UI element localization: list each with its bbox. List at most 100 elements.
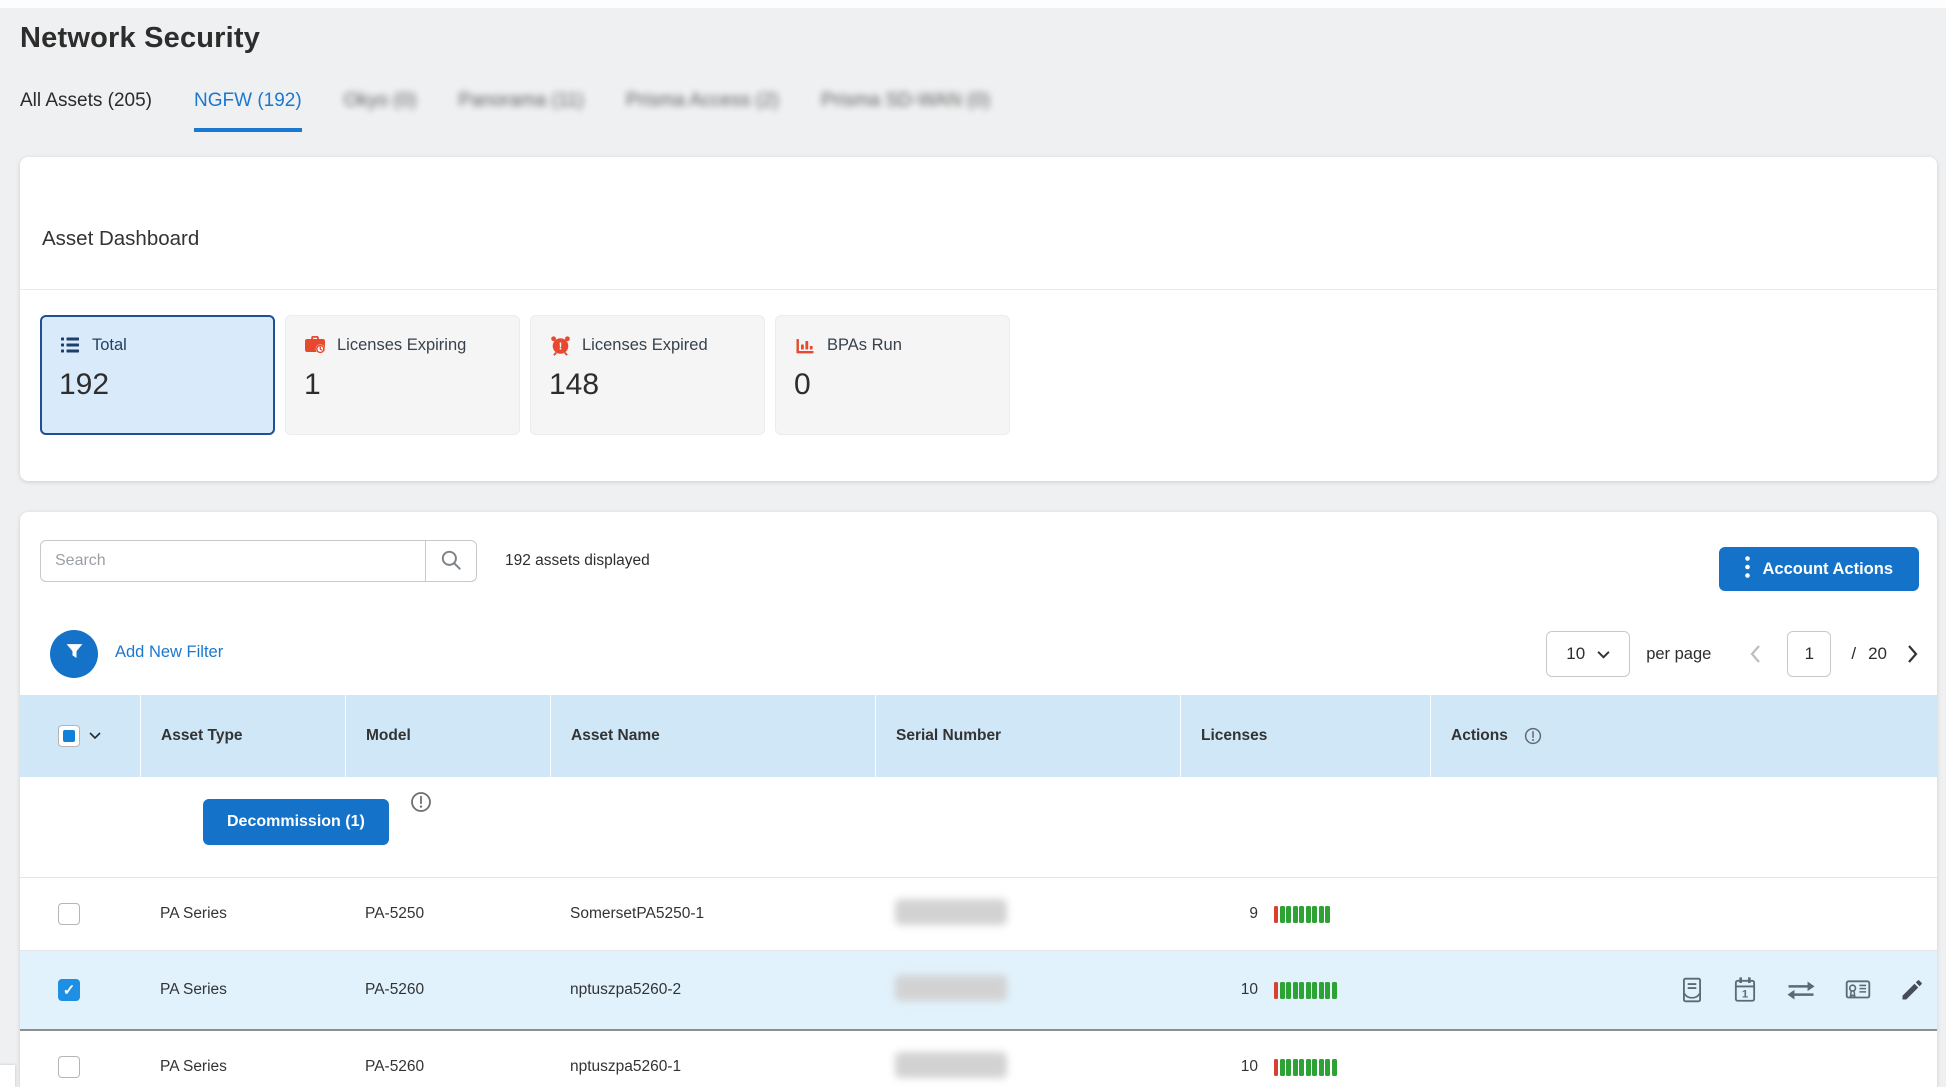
bulk-action-row: Decommission (1) bbox=[20, 777, 1937, 878]
search-input[interactable] bbox=[40, 540, 425, 582]
next-page-button[interactable] bbox=[1907, 644, 1919, 664]
decommission-button[interactable]: Decommission (1) bbox=[203, 799, 389, 845]
indeterminate-mark bbox=[63, 730, 75, 742]
page-size-select[interactable]: 10 bbox=[1546, 631, 1630, 677]
dashboard-cards: Total 192 Licenses Expiring 1 ! Licenses… bbox=[40, 315, 1010, 435]
card-value: 1 bbox=[304, 368, 501, 402]
card-licenses-expired[interactable]: ! Licenses Expired 148 bbox=[530, 315, 765, 435]
info-icon[interactable] bbox=[1524, 727, 1542, 745]
pagination: 10 per page 1 / 20 bbox=[1546, 630, 1919, 678]
card-value: 0 bbox=[794, 368, 991, 402]
total-pages: 20 bbox=[1868, 644, 1887, 664]
license-icon[interactable] bbox=[1844, 978, 1872, 1003]
card-label: Total bbox=[92, 336, 127, 355]
search-group bbox=[40, 540, 477, 582]
card-value: 148 bbox=[549, 368, 746, 402]
assets-table-panel: 192 assets displayed Account Actions Add… bbox=[20, 512, 1937, 1087]
serial-redacted bbox=[895, 975, 1007, 1001]
card-bpas-run[interactable]: BPAs Run 0 bbox=[775, 315, 1010, 435]
per-page-label: per page bbox=[1646, 645, 1711, 664]
row-checkbox[interactable]: ✓ bbox=[58, 979, 80, 1001]
table-row[interactable]: ✓ PA Series PA-5260 nptuszpa5260-2 10 1 bbox=[20, 951, 1937, 1031]
cell-serial-number bbox=[875, 899, 1180, 930]
list-icon bbox=[59, 334, 81, 356]
row-checkbox[interactable] bbox=[58, 903, 80, 925]
cell-model: PA-5250 bbox=[345, 905, 550, 923]
table-row[interactable]: PA Series PA-5260 nptuszpa5260-1 10 bbox=[20, 1031, 1937, 1087]
cell-asset-type: PA Series bbox=[140, 1058, 345, 1076]
page-separator: / bbox=[1851, 644, 1856, 664]
alert-icon[interactable] bbox=[410, 791, 432, 813]
row-checkbox[interactable] bbox=[58, 1056, 80, 1078]
license-bars bbox=[1274, 982, 1337, 999]
license-count: 9 bbox=[1200, 905, 1258, 923]
account-actions-button[interactable]: Account Actions bbox=[1719, 547, 1919, 591]
card-label: BPAs Run bbox=[827, 336, 902, 355]
card-licenses-expiring[interactable]: Licenses Expiring 1 bbox=[285, 315, 520, 435]
alarm-icon: ! bbox=[549, 334, 571, 356]
calendar-icon[interactable]: 1 bbox=[1732, 976, 1758, 1004]
ui-artifact bbox=[0, 1065, 15, 1087]
table-body: PA Series PA-5250 SomersetPA5250-1 9 ✓ P… bbox=[20, 878, 1937, 1087]
dashboard-title: Asset Dashboard bbox=[42, 227, 199, 251]
chevron-down-icon[interactable] bbox=[89, 727, 101, 745]
transfer-icon[interactable] bbox=[1785, 978, 1817, 1003]
tab-okyo-0[interactable]: Okyo (0) bbox=[344, 90, 417, 132]
svg-text:!: ! bbox=[558, 340, 562, 352]
divider bbox=[20, 289, 1937, 290]
add-filter-button[interactable] bbox=[50, 630, 98, 678]
cell-asset-name: SomersetPA5250-1 bbox=[550, 905, 875, 923]
tab-prisma-access-2[interactable]: Prisma Access (2) bbox=[626, 90, 779, 132]
tab-all-assets-205[interactable]: All Assets (205) bbox=[20, 90, 152, 132]
cell-model: PA-5260 bbox=[345, 1058, 550, 1076]
add-new-filter-link[interactable]: Add New Filter bbox=[115, 643, 223, 662]
card-label: Licenses Expired bbox=[582, 336, 708, 355]
select-all-checkbox[interactable] bbox=[58, 725, 80, 747]
cell-asset-type: PA Series bbox=[140, 981, 345, 999]
tab-panorama-11[interactable]: Panorama (11) bbox=[459, 90, 584, 132]
card-value: 192 bbox=[59, 368, 256, 402]
tab-ngfw-192[interactable]: NGFW (192) bbox=[194, 90, 302, 132]
cell-model: PA-5260 bbox=[345, 981, 550, 999]
license-count: 10 bbox=[1200, 1058, 1258, 1076]
table-row[interactable]: PA Series PA-5250 SomersetPA5250-1 9 bbox=[20, 878, 1937, 951]
cell-asset-name: nptuszpa5260-1 bbox=[550, 1058, 875, 1076]
current-page-input[interactable]: 1 bbox=[1787, 631, 1831, 677]
search-icon bbox=[439, 548, 463, 575]
cell-asset-name: nptuszpa5260-2 bbox=[550, 981, 875, 999]
top-strip bbox=[0, 0, 1946, 8]
cell-asset-type: PA Series bbox=[140, 905, 345, 923]
col-header-licenses: Licenses bbox=[1180, 695, 1430, 777]
kebab-icon bbox=[1745, 555, 1750, 584]
page-size-value: 10 bbox=[1566, 644, 1585, 664]
col-header-model: Model bbox=[345, 695, 550, 777]
funnel-icon bbox=[64, 641, 85, 667]
network-security-page: Network Security All Assets (205) NGFW (1… bbox=[0, 0, 1946, 1087]
tabs-bar: All Assets (205) NGFW (192) Okyo (0) Panora… bbox=[20, 90, 990, 132]
edit-icon[interactable] bbox=[1899, 977, 1925, 1003]
col-header-asset-name: Asset Name bbox=[550, 695, 875, 777]
bar-chart-icon bbox=[794, 334, 816, 356]
serial-redacted bbox=[895, 899, 1007, 925]
device-summary-icon[interactable] bbox=[1679, 976, 1705, 1004]
cell-serial-number bbox=[875, 975, 1180, 1006]
card-label: Licenses Expiring bbox=[337, 336, 466, 355]
search-button[interactable] bbox=[425, 540, 477, 582]
col-header-asset-type: Asset Type bbox=[140, 695, 345, 777]
chevron-down-icon bbox=[1597, 644, 1610, 664]
cell-serial-number bbox=[875, 1052, 1180, 1083]
prev-page-button[interactable] bbox=[1749, 644, 1761, 664]
tab-prisma-sd-wan-0[interactable]: Prisma SD-WAN (0) bbox=[821, 90, 990, 132]
license-bars bbox=[1274, 1059, 1337, 1076]
account-actions-label: Account Actions bbox=[1763, 560, 1893, 579]
license-count: 10 bbox=[1200, 981, 1258, 999]
assets-table: Asset Type Model Asset Name Serial Numbe… bbox=[20, 695, 1937, 1087]
table-header-row: Asset Type Model Asset Name Serial Numbe… bbox=[20, 695, 1937, 777]
asset-dashboard-panel: Asset Dashboard Total 192 Licenses Expir… bbox=[20, 157, 1937, 481]
page-title: Network Security bbox=[20, 22, 260, 55]
card-total[interactable]: Total 192 bbox=[40, 315, 275, 435]
serial-redacted bbox=[895, 1052, 1007, 1078]
svg-text:1: 1 bbox=[1742, 989, 1748, 1001]
assets-displayed-text: 192 assets displayed bbox=[505, 552, 650, 570]
col-header-actions: Actions bbox=[1451, 727, 1508, 745]
